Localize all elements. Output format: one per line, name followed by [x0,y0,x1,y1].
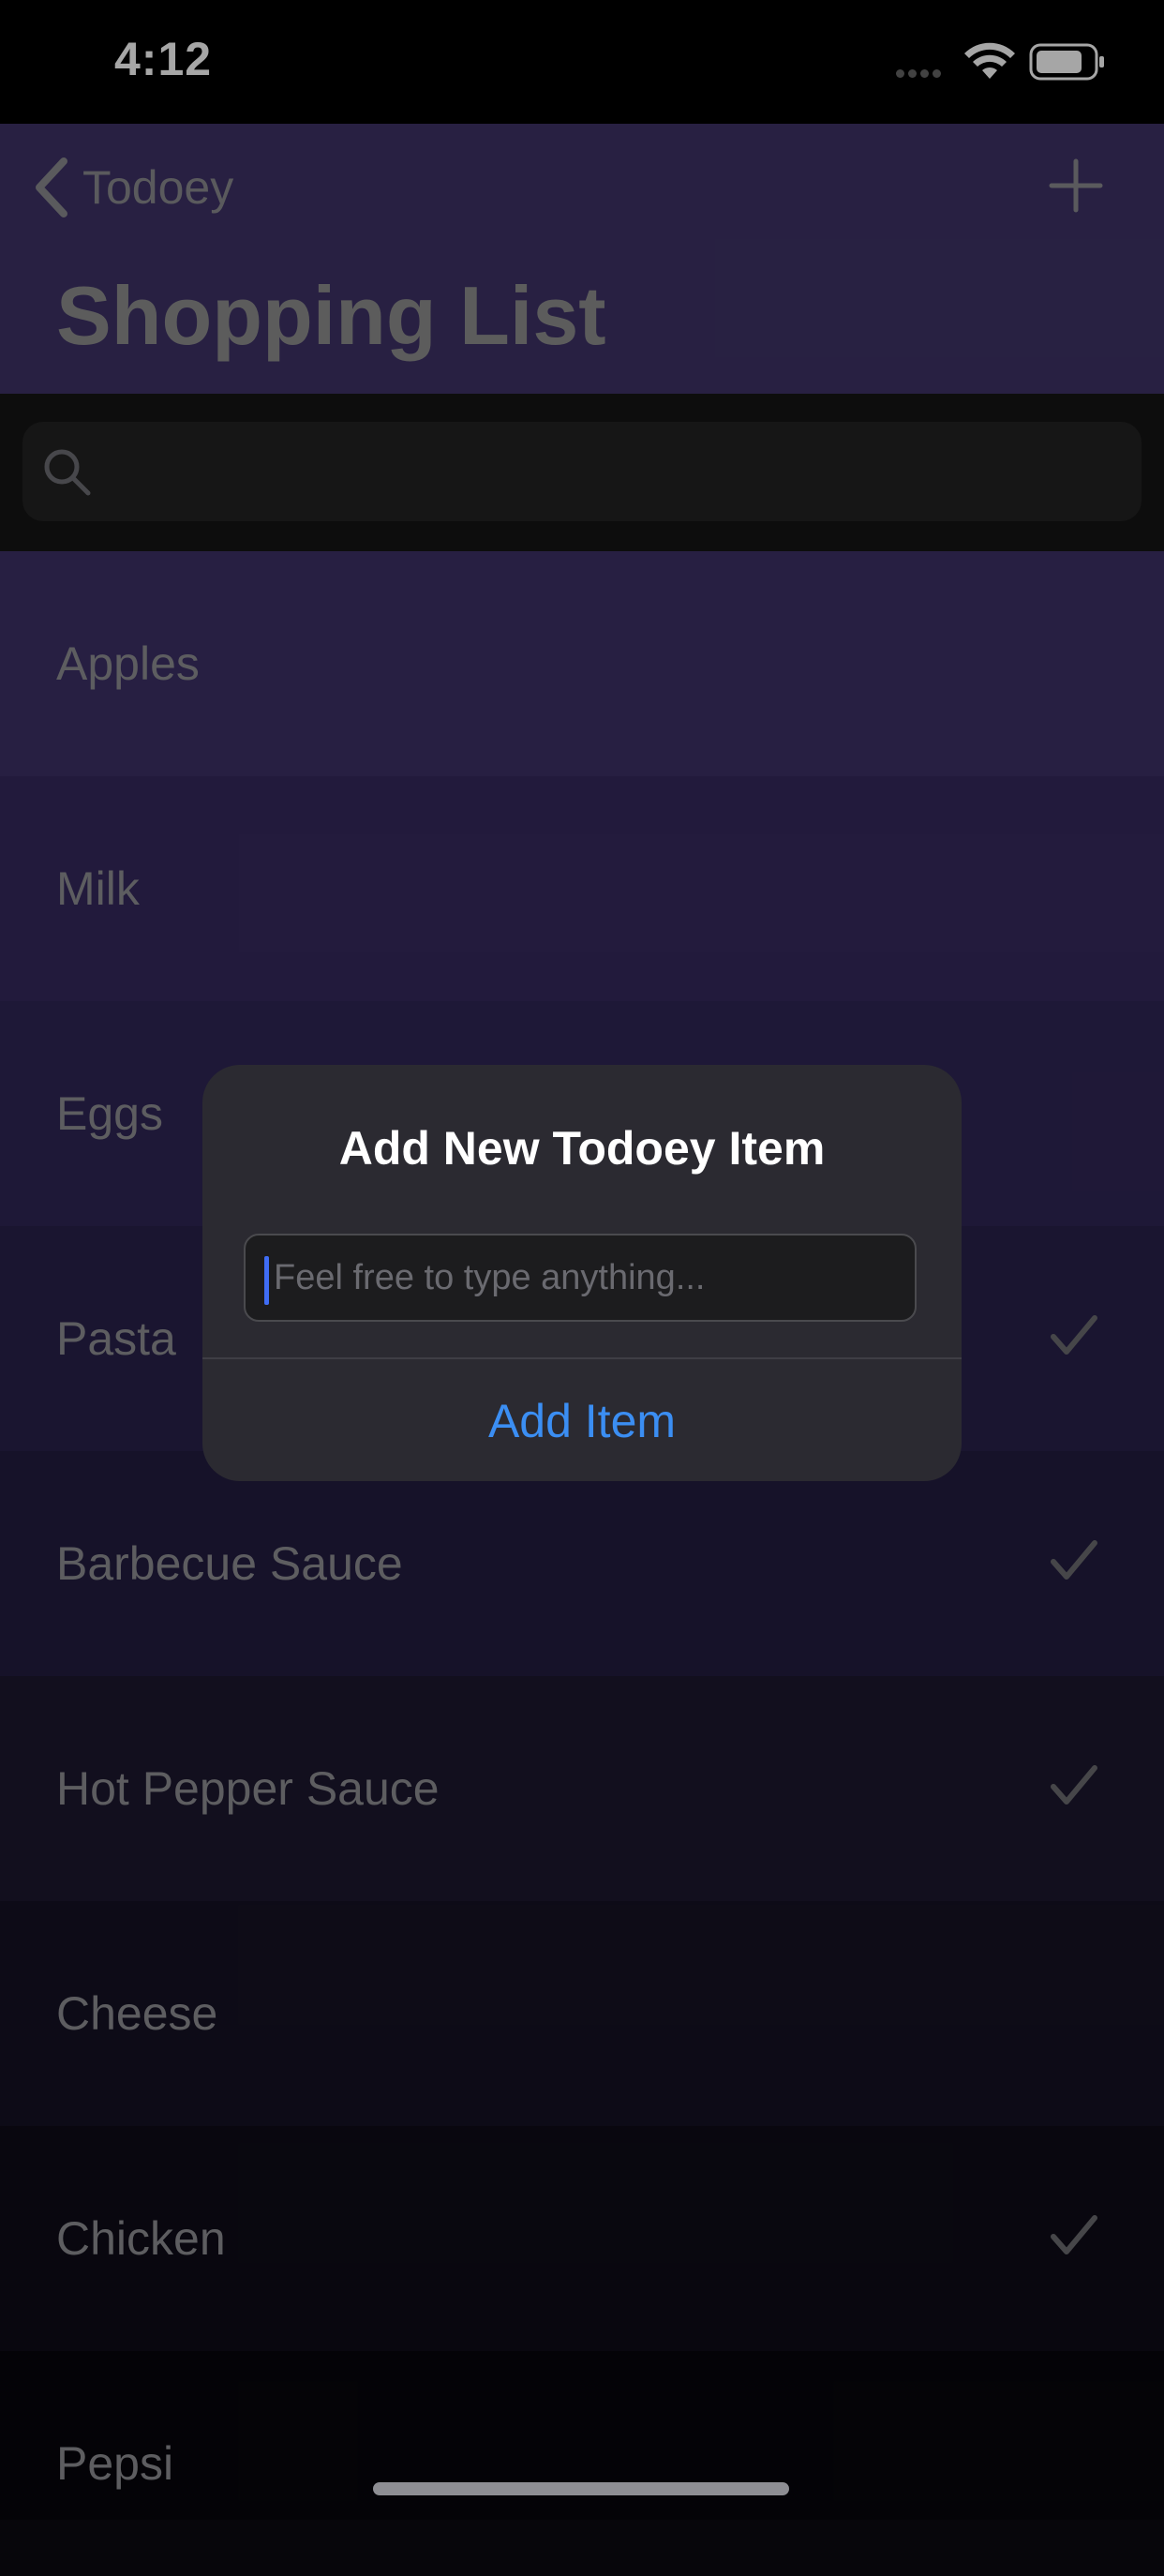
item-label: Barbecue Sauce [56,1537,403,1590]
back-label: Todoey [82,161,234,214]
page-title: Shopping List [56,269,606,362]
add-button[interactable] [1048,157,1104,218]
list-item[interactable]: Barbecue Sauce [0,1451,1164,1676]
list-item[interactable]: Cheese [0,1901,1164,2126]
checkmark-icon [1051,1540,1097,1580]
plus-icon [1049,158,1103,213]
wifi-icon [963,41,1016,85]
status-bar: 4:12 [0,0,1164,124]
battery-icon [1029,43,1106,85]
checkmark-icon [1051,2215,1097,2254]
input-placeholder: Feel free to type anything... [274,1258,706,1297]
list-item[interactable]: Apples [0,551,1164,776]
home-indicator [373,2482,789,2495]
status-time: 4:12 [114,33,213,85]
text-caret [264,1256,269,1305]
item-label: Cheese [56,1987,218,2040]
item-label: Chicken [56,2212,226,2265]
item-label: Eggs [56,1087,163,1140]
item-label: Hot Pepper Sauce [56,1762,440,1815]
search-icon [41,446,94,503]
list-item[interactable]: Chicken [0,2126,1164,2351]
item-label: Pasta [56,1312,176,1365]
add-item-alert: Add New Todoey Item Feel free to type an… [202,1065,962,1481]
item-label: Milk [56,862,140,915]
checkmark-icon [1051,1765,1097,1805]
back-button[interactable]: Todoey [32,150,233,225]
item-label: Pepsi [56,2437,174,2490]
cellular-signal-icon [896,66,945,82]
checkmark-icon [1051,1315,1097,1355]
item-label: Apples [56,637,200,690]
chevron-left-icon [36,157,67,217]
new-item-input[interactable]: Feel free to type anything... [244,1234,917,1322]
list-item[interactable]: Milk [0,776,1164,1001]
list-item[interactable]: Hot Pepper Sauce [0,1676,1164,1901]
alert-title: Add New Todoey Item [338,1122,826,1175]
search-input[interactable] [22,422,1142,521]
list-item[interactable]: Pepsi [0,2351,1164,2576]
add-item-button[interactable]: Add Item [202,1361,962,1481]
item-list: Apples Milk Eggs Pasta Barbecue Sauce Ho… [0,551,1164,2576]
alert-divider [202,1357,962,1359]
